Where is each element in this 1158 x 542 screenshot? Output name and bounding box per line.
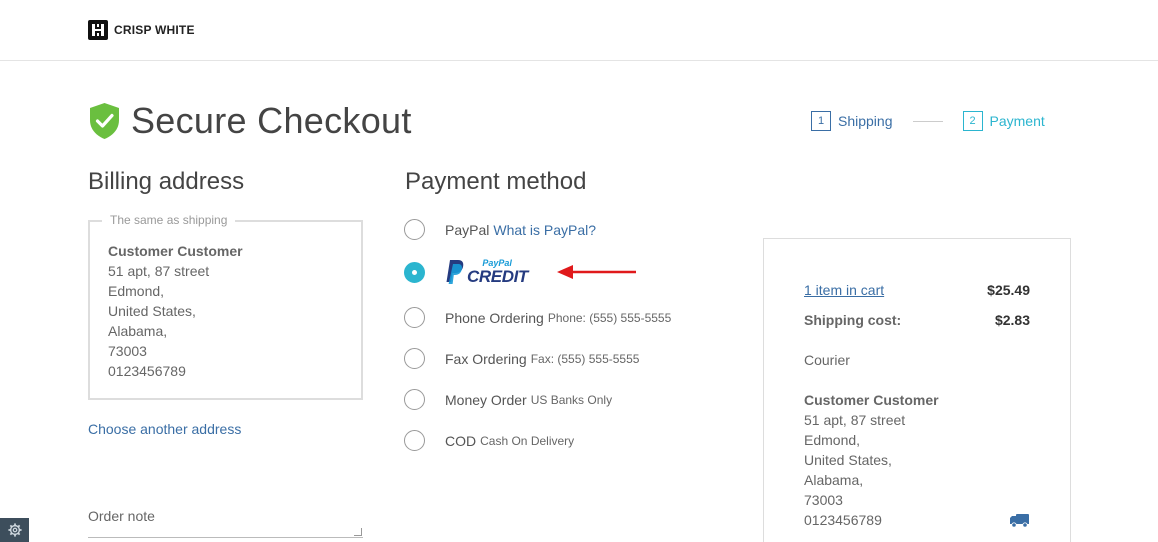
order-note-field[interactable]: Order note xyxy=(88,508,363,538)
logo-text: CRISP WHITE xyxy=(114,23,195,37)
address-line: Alabama, xyxy=(804,472,864,488)
radio-button[interactable] xyxy=(404,430,425,451)
step-number: 1 xyxy=(811,111,831,131)
resize-handle-icon[interactable] xyxy=(354,528,362,536)
address-line: 73003 xyxy=(804,492,843,508)
top-header: CRISP WHITE xyxy=(0,0,1158,61)
shipping-address: Customer Customer 51 apt, 87 street Edmo… xyxy=(804,390,939,530)
shipping-method: Courier xyxy=(804,352,850,368)
address-line: 0123456789 xyxy=(108,363,186,379)
radio-button-selected[interactable] xyxy=(404,261,425,283)
payment-option-note: Fax: (555) 555-5555 xyxy=(530,351,640,366)
paypal-credit-text: PayPal CREDIT xyxy=(467,259,528,286)
step-divider xyxy=(912,120,943,122)
page-title: Secure Checkout xyxy=(131,100,412,141)
order-note-label: Order note xyxy=(88,508,155,524)
address-legend: The same as shipping xyxy=(102,213,236,227)
payment-option-phone[interactable]: Phone Ordering Phone: (555) 555-5555 xyxy=(404,307,671,328)
step-shipping[interactable]: 1 Shipping xyxy=(811,111,893,131)
address-line: 0123456789 xyxy=(804,512,882,528)
payment-option-note: US Banks Only xyxy=(530,392,613,407)
shipping-cost-value: $2.83 xyxy=(994,312,1030,328)
billing-heading: Billing address xyxy=(88,168,245,195)
shield-check-icon xyxy=(90,103,119,139)
summary-cart-row: 1 item in cart $25.49 xyxy=(804,282,1030,298)
address-line: 51 apt, 87 street xyxy=(804,412,906,428)
paypal-credit-big: CREDIT xyxy=(467,267,528,286)
payment-option-label: Phone Ordering xyxy=(445,309,544,326)
radio-button[interactable] xyxy=(404,389,425,410)
step-label: Shipping xyxy=(838,113,893,129)
address-name: Customer Customer xyxy=(108,243,243,259)
payment-option-label: Fax Ordering xyxy=(445,350,527,367)
address-line: 51 apt, 87 street xyxy=(108,263,210,279)
paypal-p-icon xyxy=(446,260,464,284)
cart-total: $25.49 xyxy=(987,282,1030,298)
payment-option-label: Money Order xyxy=(445,391,527,408)
payment-option-label: COD xyxy=(445,432,477,449)
payment-option-money-order[interactable]: Money Order US Banks Only xyxy=(404,389,612,410)
arrow-left-icon xyxy=(557,265,636,279)
payment-option-note: Cash On Delivery xyxy=(480,433,575,448)
payment-option-label: PayPal xyxy=(445,221,490,238)
radio-button[interactable] xyxy=(404,307,425,328)
choose-another-address-link[interactable]: Choose another address xyxy=(88,421,241,437)
radio-button[interactable] xyxy=(404,348,425,369)
paypal-credit-logo: PayPal CREDIT xyxy=(445,259,528,285)
truck-icon xyxy=(1010,514,1029,528)
radio-button[interactable] xyxy=(404,219,425,240)
address-line: Alabama, xyxy=(108,323,168,339)
items-in-cart-link[interactable]: 1 item in cart xyxy=(804,282,884,298)
gear-icon xyxy=(7,523,22,537)
what-is-paypal-link[interactable]: What is PayPal? xyxy=(493,222,596,238)
billing-address-box: The same as shipping Customer Customer 5… xyxy=(88,213,363,400)
address-line: Edmond, xyxy=(108,283,165,299)
payment-heading: Payment method xyxy=(405,168,587,195)
step-payment[interactable]: 2 Payment xyxy=(962,111,1045,131)
address-line: United States, xyxy=(804,452,892,468)
address-line: 73003 xyxy=(108,343,147,359)
checkout-steps: 1 Shipping 2 Payment xyxy=(811,111,1045,131)
payment-option-fax[interactable]: Fax Ordering Fax: (555) 555-5555 xyxy=(404,348,639,369)
address-name: Customer Customer xyxy=(804,392,939,408)
payment-option-cod[interactable]: COD Cash On Delivery xyxy=(404,430,574,451)
page-title-group: Secure Checkout xyxy=(88,100,412,142)
logo[interactable]: CRISP WHITE xyxy=(88,20,195,40)
settings-button[interactable] xyxy=(0,518,29,542)
payment-option-paypal-credit[interactable]: PayPal CREDIT xyxy=(404,259,528,285)
step-number: 2 xyxy=(962,111,983,131)
logo-icon xyxy=(88,20,108,40)
payment-option-note: Phone: (555) 555-5555 xyxy=(547,310,672,325)
shipping-cost-label: Shipping cost: xyxy=(804,312,902,328)
summary-shipping-row: Shipping cost: $2.83 xyxy=(804,312,1030,328)
step-label: Payment xyxy=(989,113,1045,129)
order-summary: 1 item in cart $25.49 Shipping cost: $2.… xyxy=(763,238,1071,542)
address-line: Edmond, xyxy=(804,432,861,448)
address-line: United States, xyxy=(108,303,196,319)
payment-option-paypal[interactable]: PayPal What is PayPal? xyxy=(404,219,596,240)
